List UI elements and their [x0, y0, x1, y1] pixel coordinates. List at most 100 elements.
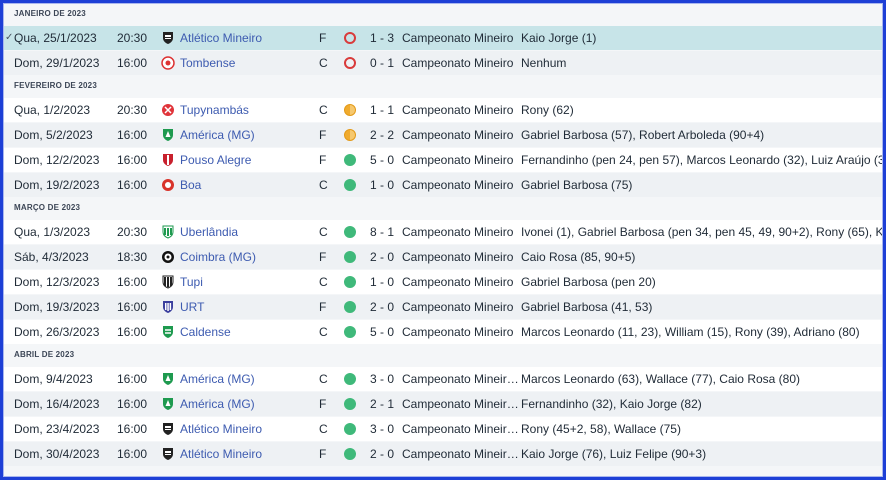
fixture-row[interactable]: Dom, 29/1/2023 16:00 Tombense C 0 - 1 Campeon… [4, 51, 882, 75]
fixture-row[interactable]: Dom, 12/2/2023 16:00 Pouso Alegre F 5 - 0 Cam… [4, 148, 882, 172]
urt-crest-icon [161, 300, 175, 314]
match-time: 16:00 [117, 397, 148, 411]
opponent-link[interactable]: Boa [180, 173, 201, 197]
result-win-icon [344, 226, 356, 238]
match-time: 16:00 [117, 128, 148, 142]
goal-scorers: Gabriel Barbosa (75) [521, 178, 633, 192]
opponent-link[interactable]: Caldense [180, 320, 231, 344]
opponent-link[interactable]: Tupynambás [180, 98, 249, 122]
fixture-row[interactable]: Dom, 26/3/2023 16:00 Caldense C 5 - 0 Campeon… [4, 320, 882, 344]
competition-link[interactable]: Campeonato Mineir… [402, 367, 519, 391]
match-score[interactable]: 1 - 3 [370, 26, 394, 50]
goal-scorers: Rony (62) [521, 103, 574, 117]
goal-scorers: Fernandinho (32), Kaio Jorge (82) [521, 397, 702, 411]
opponent-link[interactable]: Atlético Mineiro [180, 417, 262, 441]
competition-link[interactable]: Campeonato Mineiro [402, 245, 513, 269]
match-score[interactable]: 2 - 0 [370, 295, 394, 319]
opponent-link[interactable]: Tupi [180, 270, 203, 294]
competition-link[interactable]: Campeonato Mineir… [402, 417, 519, 441]
match-score[interactable]: 2 - 2 [370, 123, 394, 147]
fixture-row[interactable]: Dom, 19/2/2023 16:00 Boa C 1 - 0 Campeonato M… [4, 173, 882, 197]
match-score[interactable]: 3 - 0 [370, 367, 394, 391]
opponent-link[interactable]: Uberlândia [180, 220, 238, 244]
fixture-row[interactable]: Qua, 1/2/2023 20:30 Tupynambás C 1 - 1 Campeo… [4, 98, 882, 122]
competition-link[interactable]: Campeonato Mineiro [402, 173, 513, 197]
goal-scorers: Marcos Leonardo (11, 23), William (15), … [521, 325, 860, 339]
result-win-icon [344, 373, 356, 385]
match-time: 20:30 [117, 103, 148, 117]
match-date: Dom, 26/3/2023 [14, 325, 100, 339]
match-score[interactable]: 2 - 0 [370, 245, 394, 269]
result-win-icon [344, 301, 356, 313]
opponent-link[interactable]: URT [180, 295, 204, 319]
result-loss-icon [344, 32, 356, 44]
result-win-icon [344, 154, 356, 166]
match-time: 16:00 [117, 153, 148, 167]
fixture-row[interactable]: Qua, 1/3/2023 20:30 Uberlândia C 8 - 1 Campeo… [4, 220, 882, 244]
competition-link[interactable]: Campeonato Mineiro [402, 148, 513, 172]
match-score[interactable]: 8 - 1 [370, 220, 394, 244]
competition-link[interactable]: Campeonato Mineiro [402, 26, 513, 50]
tupynambas-crest-icon [161, 103, 175, 117]
match-time: 16:00 [117, 178, 148, 192]
competition-link[interactable]: Campeonato Mineiro [402, 295, 513, 319]
fixture-row[interactable]: Dom, 12/3/2023 16:00 Tupi C 1 - 0 Campeonato … [4, 270, 882, 294]
goal-scorers: Gabriel Barbosa (41, 53) [521, 300, 653, 314]
month-header: MARÇO DE 2023 [4, 198, 882, 220]
match-score[interactable]: 2 - 1 [370, 392, 394, 416]
match-time: 16:00 [117, 300, 148, 314]
fixture-row[interactable]: Dom, 19/3/2023 16:00 URT F 2 - 0 Campeonato M… [4, 295, 882, 319]
galo-crest-icon [161, 422, 175, 436]
match-time: 16:00 [117, 275, 148, 289]
competition-link[interactable]: Campeonato Mineiro [402, 98, 513, 122]
competition-link[interactable]: Campeonato Mineiro [402, 270, 513, 294]
fixture-row[interactable]: Sáb, 4/3/2023 18:30 Coimbra (MG) F 2 - 0 Camp… [4, 245, 882, 269]
venue-indicator: C [319, 325, 328, 339]
goal-scorers: Marcos Leonardo (63), Wallace (77), Caio… [521, 372, 801, 386]
competition-link[interactable]: Campeonato Mineir… [402, 442, 519, 466]
america-crest-icon [161, 397, 175, 411]
opponent-link[interactable]: América (MG) [180, 123, 255, 147]
competition-link[interactable]: Campeonato Mineiro [402, 51, 513, 75]
goal-scorers: Kaio Jorge (1) [521, 31, 597, 45]
match-date: Dom, 29/1/2023 [14, 56, 100, 70]
opponent-link[interactable]: Atlético Mineiro [180, 26, 262, 50]
galo-crest-icon [161, 31, 175, 45]
opponent-link[interactable]: América (MG) [180, 367, 255, 391]
goal-scorers: Kaio Jorge (76), Luiz Felipe (90+3) [521, 447, 707, 461]
match-time: 16:00 [117, 422, 148, 436]
competition-link[interactable]: Campeonato Mineiro [402, 320, 513, 344]
goal-scorers: Gabriel Barbosa (pen 20) [521, 275, 656, 289]
opponent-link[interactable]: Atlético Mineiro [180, 442, 262, 466]
match-date: Dom, 19/2/2023 [14, 178, 100, 192]
fixture-row[interactable]: ✓ Qua, 25/1/2023 20:30 Atlético Mineiro F 1 -… [4, 26, 882, 50]
competition-link[interactable]: Campeonato Mineiro [402, 123, 513, 147]
match-score[interactable]: 1 - 1 [370, 98, 394, 122]
match-score[interactable]: 5 - 0 [370, 320, 394, 344]
competition-link[interactable]: Campeonato Mineir… [402, 392, 519, 416]
month-header: ABRIL DE 2023 [4, 345, 882, 367]
match-score[interactable]: 3 - 0 [370, 417, 394, 441]
competition-link[interactable]: Campeonato Mineiro [402, 220, 513, 244]
match-date: Sáb, 4/3/2023 [14, 250, 89, 264]
result-win-icon [344, 179, 356, 191]
venue-indicator: C [319, 422, 328, 436]
match-score[interactable]: 1 - 0 [370, 173, 394, 197]
fixture-row[interactable]: Dom, 9/4/2023 16:00 América (MG) C 3 - 0 Camp… [4, 367, 882, 391]
fixture-row[interactable]: Dom, 23/4/2023 16:00 Atlético Mineiro C 3 - … [4, 417, 882, 441]
tombense-crest-icon [161, 56, 175, 70]
opponent-link[interactable]: América (MG) [180, 392, 255, 416]
opponent-link[interactable]: Tombense [180, 51, 235, 75]
result-draw-icon [344, 104, 356, 116]
fixture-row[interactable]: Dom, 30/4/2023 16:00 Atlético Mineiro F 2 - … [4, 442, 882, 466]
venue-indicator: C [319, 56, 328, 70]
selected-check-icon: ✓ [5, 32, 14, 43]
match-score[interactable]: 5 - 0 [370, 148, 394, 172]
match-score[interactable]: 1 - 0 [370, 270, 394, 294]
opponent-link[interactable]: Pouso Alegre [180, 148, 251, 172]
fixture-row[interactable]: Dom, 16/4/2023 16:00 América (MG) F 2 - 1 Cam… [4, 392, 882, 416]
opponent-link[interactable]: Coimbra (MG) [180, 245, 256, 269]
match-score[interactable]: 0 - 1 [370, 51, 394, 75]
fixture-row[interactable]: Dom, 5/2/2023 16:00 América (MG) F 2 - 2 Camp… [4, 123, 882, 147]
match-score[interactable]: 2 - 0 [370, 442, 394, 466]
